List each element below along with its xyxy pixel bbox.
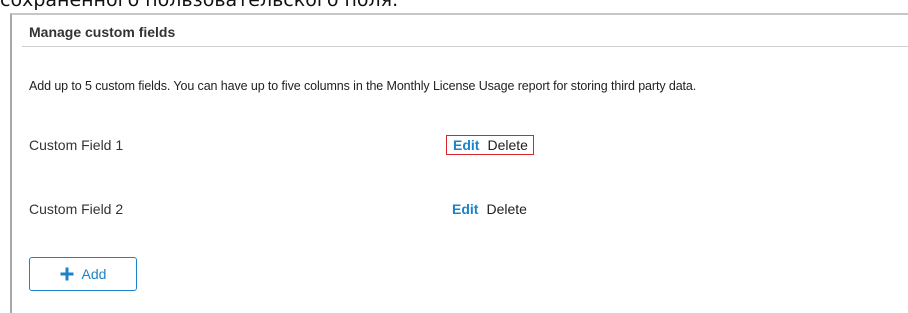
delete-link[interactable]: Delete	[486, 201, 526, 217]
custom-field-name: Custom Field 1	[29, 137, 124, 153]
edit-link[interactable]: Edit	[453, 137, 479, 153]
field-actions: Edit Delete	[446, 199, 532, 219]
manage-custom-fields-panel: Manage custom fields Add up to 5 custom …	[10, 13, 908, 313]
custom-field-name: Custom Field 2	[29, 201, 124, 217]
delete-link[interactable]: Delete	[487, 137, 527, 153]
panel-description: Add up to 5 custom fields. You can have …	[29, 79, 697, 93]
title-divider	[22, 46, 908, 47]
panel-title: Manage custom fields	[29, 24, 176, 40]
field-actions: Edit Delete	[446, 135, 534, 155]
add-button[interactable]: Add	[29, 257, 137, 291]
plus-icon	[60, 267, 74, 281]
add-button-label: Add	[81, 266, 107, 282]
page-caption: сохраненного пользовательского поля.	[0, 0, 399, 11]
edit-link[interactable]: Edit	[452, 201, 478, 217]
